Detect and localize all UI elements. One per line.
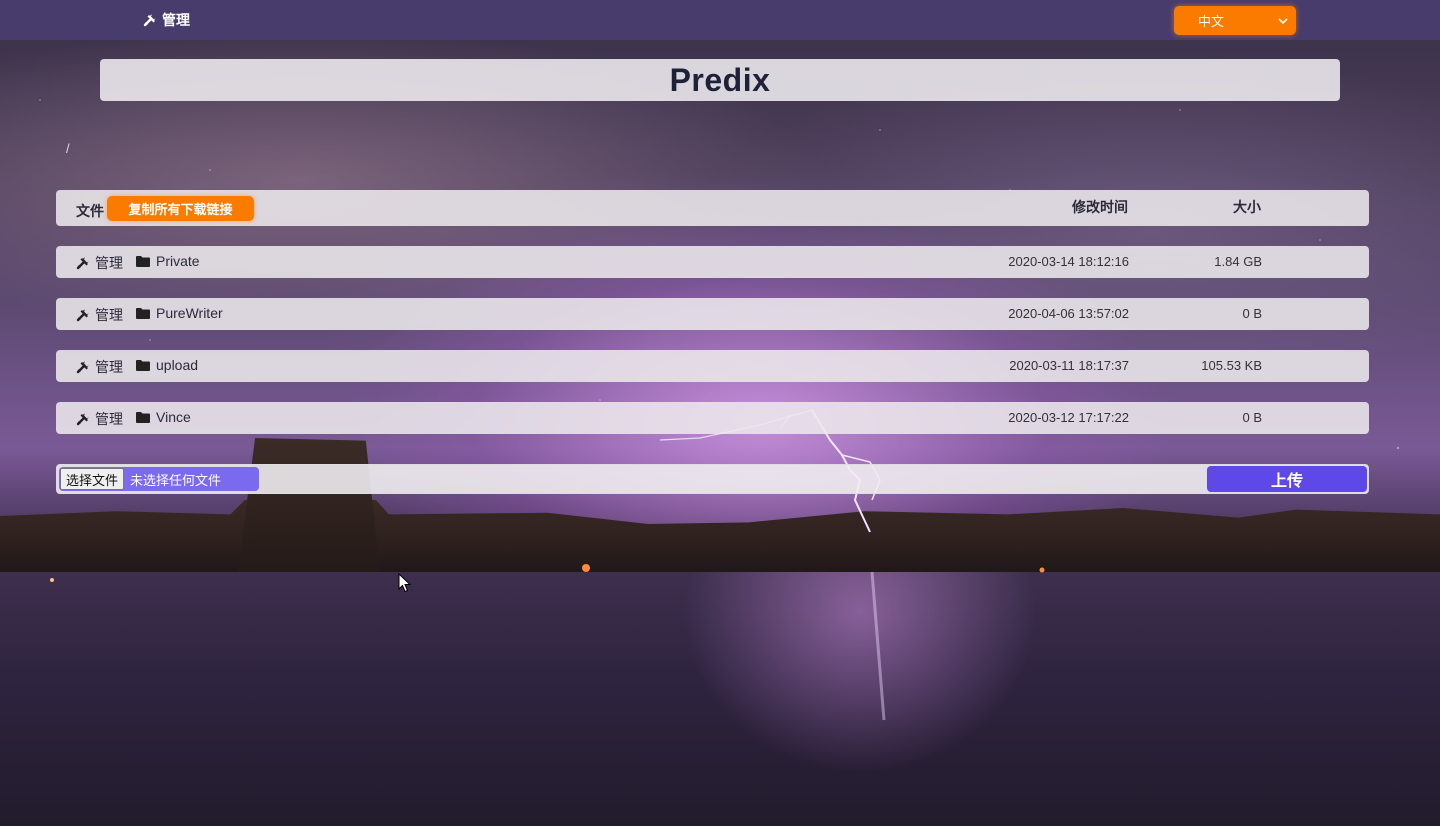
admin-link[interactable]: 管理 [143,10,190,30]
manage-link[interactable]: 管理 [76,357,123,377]
manage-label: 管理 [95,307,123,323]
manage-label: 管理 [95,359,123,375]
file-name: Private [156,253,200,269]
no-file-selected-text: 未选择任何文件 [130,472,222,488]
file-size: 105.53 KB [1201,358,1262,373]
file-link[interactable]: PureWriter [136,305,223,321]
folder-icon [136,359,150,371]
breadcrumb[interactable]: / [66,141,70,156]
top-navbar: 管理 中文 [0,0,1440,40]
file-name: PureWriter [156,305,223,321]
file-input[interactable]: 选择文件 未选择任何文件 [59,467,259,491]
language-selected-value: 中文 [1198,14,1225,29]
manage-link[interactable]: 管理 [76,409,123,429]
tools-icon [76,412,90,426]
language-select[interactable]: 中文 [1174,6,1296,35]
file-link[interactable]: Private [136,253,200,269]
file-name: Vince [156,409,191,425]
tools-icon [76,256,90,270]
manage-link[interactable]: 管理 [76,253,123,273]
manage-link[interactable]: 管理 [76,305,123,325]
file-size: 1.84 GB [1214,254,1262,269]
chevron-down-icon [1278,17,1288,24]
table-row: 管理 Private 2020-03-14 18:12:16 1.84 GB [56,246,1369,278]
file-size: 0 B [1242,410,1262,425]
manage-label: 管理 [95,411,123,427]
choose-file-button[interactable]: 选择文件 [60,468,125,490]
upload-button[interactable]: 上传 [1207,466,1367,492]
modified-time: 2020-03-11 18:17:37 [1009,358,1129,373]
modified-time: 2020-03-14 18:12:16 [1008,254,1129,269]
tools-icon [76,360,90,374]
file-link[interactable]: upload [136,357,198,373]
copy-all-links-button[interactable]: 复制所有下载链接 [107,196,254,221]
site-title-banner: Predix [100,59,1340,101]
folder-icon [136,255,150,267]
folder-icon [136,411,150,423]
folder-icon [136,307,150,319]
table-row: 管理 Vince 2020-03-12 17:17:22 0 B [56,402,1369,434]
manage-label: 管理 [95,255,123,271]
page-title: Predix [669,61,771,98]
tools-icon [143,13,157,27]
table-row: 管理 PureWriter 2020-04-06 13:57:02 0 B [56,298,1369,330]
modified-time: 2020-04-06 13:57:02 [1008,306,1129,321]
column-header-size[interactable]: 大小 [1233,197,1261,217]
upload-form: 选择文件 未选择任何文件 上传 [56,464,1369,494]
tools-icon [76,308,90,322]
table-header: 文件 复制所有下载链接 修改时间 大小 [56,190,1369,226]
column-header-file: 文件 [76,203,104,219]
table-row: 管理 upload 2020-03-11 18:17:37 105.53 KB [56,350,1369,382]
column-header-modified[interactable]: 修改时间 [1072,197,1128,217]
file-link[interactable]: Vince [136,409,191,425]
file-name: upload [156,357,199,373]
modified-time: 2020-03-12 17:17:22 [1008,410,1129,425]
file-size: 0 B [1242,306,1262,321]
mouse-cursor-icon [398,573,412,593]
admin-label: 管理 [162,12,190,28]
